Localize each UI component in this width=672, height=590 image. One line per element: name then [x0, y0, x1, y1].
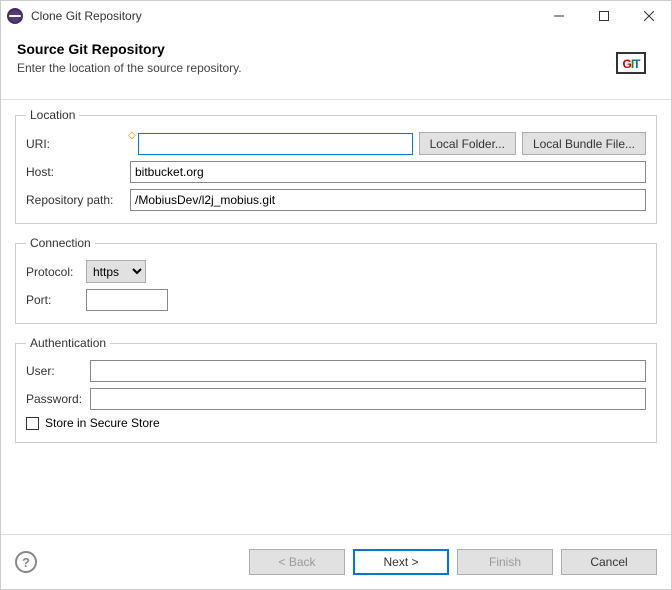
wizard-header: Source Git Repository Enter the location…: [1, 31, 671, 99]
git-logo-icon: GIT: [607, 41, 655, 85]
protocol-select[interactable]: https: [86, 260, 146, 283]
secure-store-checkbox[interactable]: [26, 417, 39, 430]
user-label: User:: [26, 364, 84, 378]
repo-path-input[interactable]: [130, 189, 646, 211]
wizard-footer: ? < Back Next > Finish Cancel: [1, 535, 671, 589]
repo-path-label: Repository path:: [26, 193, 124, 207]
uri-input[interactable]: [138, 133, 413, 155]
help-icon[interactable]: ?: [15, 551, 37, 573]
secure-store-label: Store in Secure Store: [45, 416, 160, 430]
protocol-label: Protocol:: [26, 265, 80, 279]
host-input[interactable]: [130, 161, 646, 183]
maximize-button[interactable]: [581, 1, 626, 31]
location-group: Location URI: ◇ Local Folder... Local Bu…: [15, 108, 657, 224]
password-input[interactable]: [90, 388, 646, 410]
page-subtitle: Enter the location of the source reposit…: [17, 61, 607, 75]
finish-button[interactable]: Finish: [457, 549, 553, 575]
connection-group: Connection Protocol: https Port:: [15, 236, 657, 324]
local-bundle-button[interactable]: Local Bundle File...: [522, 132, 646, 155]
back-button[interactable]: < Back: [249, 549, 345, 575]
window-title: Clone Git Repository: [31, 9, 142, 23]
uri-label: URI:: [26, 137, 124, 151]
close-icon: [644, 11, 654, 21]
connection-legend: Connection: [26, 236, 95, 250]
eclipse-icon: [7, 8, 23, 24]
titlebar: Clone Git Repository: [1, 1, 671, 31]
cancel-button[interactable]: Cancel: [561, 549, 657, 575]
local-folder-button[interactable]: Local Folder...: [419, 132, 516, 155]
page-title: Source Git Repository: [17, 41, 607, 57]
host-label: Host:: [26, 165, 124, 179]
authentication-group: Authentication User: Password: Store in …: [15, 336, 657, 443]
minimize-button[interactable]: [536, 1, 581, 31]
minimize-icon: [554, 11, 564, 21]
user-input[interactable]: [90, 360, 646, 382]
maximize-icon: [599, 11, 609, 21]
authentication-legend: Authentication: [26, 336, 110, 350]
password-label: Password:: [26, 392, 84, 406]
content-assist-icon: ◇: [128, 130, 136, 141]
close-button[interactable]: [626, 1, 671, 31]
next-button[interactable]: Next >: [353, 549, 449, 575]
port-label: Port:: [26, 293, 80, 307]
port-input[interactable]: [86, 289, 168, 311]
location-legend: Location: [26, 108, 79, 122]
